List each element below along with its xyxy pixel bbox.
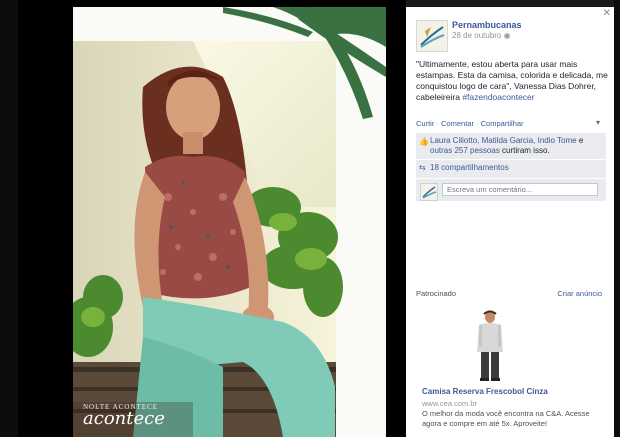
post-text: "Ultimamente, estou aberta para usar mai… — [416, 59, 608, 103]
post-timestamp[interactable]: 28 de outubro — [452, 31, 501, 40]
close-icon[interactable]: ✕ — [603, 8, 611, 19]
post-sidebar: ✕ Pernambucanas 28 de outubro ◉ "Ultimam… — [406, 7, 614, 437]
thumbs-up-icon: 👍 — [419, 137, 429, 146]
photo-illustration — [73, 7, 386, 437]
post-actions: Curtir · Comentar · Compartilhar — [416, 119, 524, 128]
action-separator: · — [434, 119, 442, 128]
likes-suffix: curtiram isso. — [499, 146, 550, 155]
create-ad-link[interactable]: Criar anúncio — [557, 289, 602, 298]
avatar — [420, 183, 438, 201]
likes-row: 👍 Laura Ciliotto, Matilda Garcia, Indio … — [416, 133, 606, 160]
post-photo[interactable]: NOLTE ACONTECE acontece — [73, 7, 386, 437]
ad-description: O melhor da moda você encontra na C&A. A… — [422, 409, 590, 428]
share-action[interactable]: Compartilhar — [481, 119, 524, 128]
pernambucanas-logo-icon — [420, 26, 445, 48]
comment-row — [416, 179, 606, 201]
lightbox-left-edge — [0, 0, 18, 437]
likes-connector: e — [576, 136, 584, 145]
shares-row: ⇆ 18 compartilhamentos — [416, 160, 606, 179]
settings-caret-icon[interactable]: ▾ — [596, 118, 600, 127]
likes-names[interactable]: Laura Ciliotto, Matilda Garcia, Indio To… — [430, 136, 577, 145]
photo-caption: NOLTE ACONTECE acontece — [83, 403, 165, 429]
photo-stage: NOLTE ACONTECE acontece — [18, 0, 406, 437]
lightbox-right-edge — [614, 0, 620, 437]
globe-icon: ◉ — [503, 31, 511, 40]
avatar-logo-icon — [422, 186, 437, 199]
caption-logo-text: acontece — [83, 408, 165, 429]
likes-others-link[interactable]: outras 257 pessoas — [430, 146, 500, 155]
comment-input[interactable] — [442, 183, 598, 196]
ad-title-link[interactable]: Camisa Reserva Frescobol Cinza — [422, 387, 548, 396]
hashtag-link[interactable]: #fazendoacontecer — [462, 92, 534, 102]
post-meta: 28 de outubro ◉ — [452, 31, 511, 40]
ad-product-image[interactable] — [470, 308, 510, 382]
sponsored-label: Patrocinado — [416, 289, 457, 298]
page-name-link[interactable]: Pernambucanas — [452, 20, 522, 30]
action-separator: · — [473, 119, 481, 128]
share-icon: ⇆ — [419, 163, 426, 172]
shares-count-link[interactable]: 18 compartilhamentos — [430, 163, 509, 172]
caption-small-text: NOLTE ACONTECE — [83, 403, 158, 411]
feedback-box: 👍 Laura Ciliotto, Matilda Garcia, Indio … — [416, 133, 606, 201]
ad-url: www.cea.com.br — [422, 399, 478, 408]
like-action[interactable]: Curtir — [416, 119, 434, 128]
page-logo[interactable] — [416, 20, 448, 52]
comment-action[interactable]: Comentar — [441, 119, 474, 128]
sponsored-header: Patrocinado Criar anúncio — [416, 289, 602, 298]
